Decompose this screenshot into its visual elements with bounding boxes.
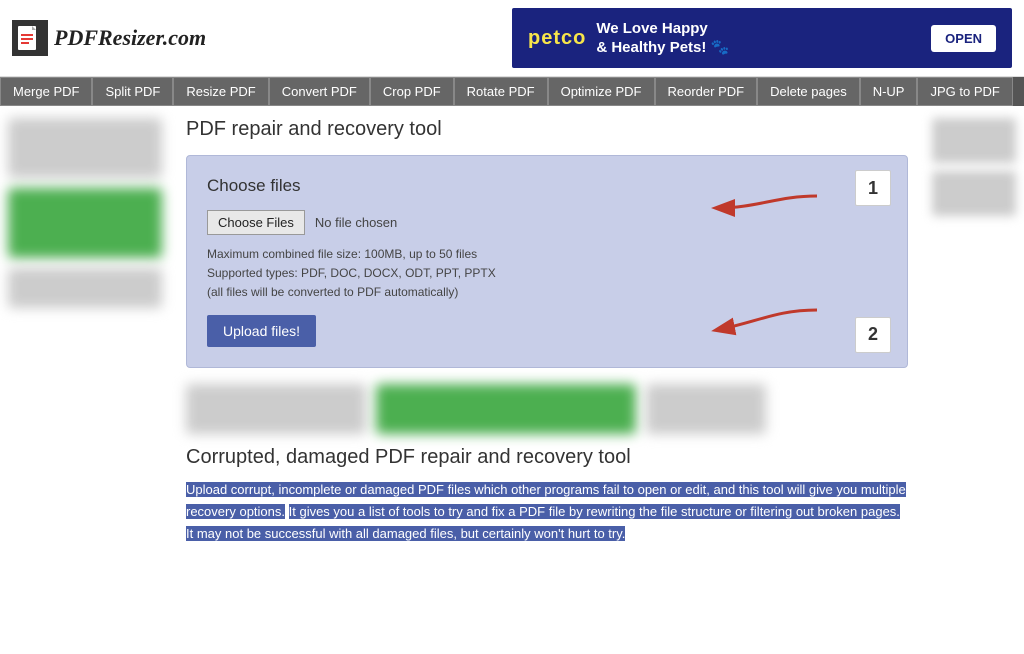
nav-item-optimize-pdf[interactable]: Optimize PDF (548, 77, 655, 106)
file-info-line1: Maximum combined file size: 100MB, up to… (207, 247, 477, 261)
nav-item-merge-pdf[interactable]: Merge PDF (0, 77, 92, 106)
file-info-line2: Supported types: PDF, DOC, DOCX, ODT, PP… (207, 266, 496, 280)
ad-blur-1 (186, 384, 366, 434)
step-2-badge: 2 (855, 317, 891, 353)
step-1-badge: 1 (855, 170, 891, 206)
sidebar-right (924, 106, 1024, 557)
sidebar-ad-1 (8, 118, 162, 178)
logo-icon (12, 20, 48, 56)
logo-area: PDFResizer.com (12, 20, 206, 56)
ad-petco-brand: petco (528, 27, 586, 50)
ad-open-button[interactable]: OPEN (931, 25, 996, 52)
bottom-text-3: It may not be successful with all damage… (186, 526, 625, 541)
nav-item-reorder-pdf[interactable]: Reorder PDF (655, 77, 758, 106)
bottom-text-2: It gives you a list of tools to try and … (289, 504, 900, 519)
nav-item-resize-pdf[interactable]: Resize PDF (173, 77, 268, 106)
nav-item-rotate-pdf[interactable]: Rotate PDF (454, 77, 548, 106)
sidebar-right-2 (932, 171, 1016, 216)
bottom-text: Upload corrupt, incomplete or damaged PD… (186, 479, 908, 545)
sidebar-right-1 (932, 118, 1016, 163)
nav-item-delete-pages[interactable]: Delete pages (757, 77, 860, 106)
nav-item-jpg-to-pdf[interactable]: JPG to PDF (917, 77, 1012, 106)
header: PDFResizer.com petco We Love Happy& Heal… (0, 0, 1024, 77)
main-content: PDF repair and recovery tool Choose file… (170, 106, 924, 557)
nav-item-n-up[interactable]: N-UP (860, 77, 918, 106)
upload-box: Choose files Choose Files No file chosen… (186, 155, 908, 368)
choose-files-button[interactable]: Choose Files (207, 210, 305, 235)
ad-blur-2 (376, 384, 636, 434)
bottom-title: Corrupted, damaged PDF repair and recove… (186, 446, 908, 469)
file-info-line3: (all files will be converted to PDF auto… (207, 285, 458, 299)
ad-row (186, 384, 908, 434)
sidebar-ad-3 (8, 268, 162, 308)
sidebar-ad-2 (8, 188, 162, 258)
page-title: PDF repair and recovery tool (186, 118, 908, 141)
arrow-1 (697, 188, 827, 231)
nav-item-convert-pdf[interactable]: Convert PDF (269, 77, 370, 106)
nav-item-crop-pdf[interactable]: Crop PDF (370, 77, 454, 106)
arrow-2 (697, 302, 827, 345)
logo-text: PDFResizer.com (54, 25, 206, 51)
nav-item-split-pdf[interactable]: Split PDF (92, 77, 173, 106)
no-file-text: No file chosen (315, 215, 397, 230)
ad-tagline: We Love Happy& Healthy Pets! 🐾 (596, 19, 729, 58)
ad-blur-3 (646, 384, 766, 434)
file-info: Maximum combined file size: 100MB, up to… (207, 245, 887, 303)
upload-button[interactable]: Upload files! (207, 315, 316, 347)
ad-banner: petco We Love Happy& Healthy Pets! 🐾 OPE… (512, 8, 1012, 68)
main-layout: PDF repair and recovery tool Choose file… (0, 106, 1024, 557)
nav-bar: Merge PDFSplit PDFResize PDFConvert PDFC… (0, 77, 1024, 106)
sidebar-left (0, 106, 170, 557)
